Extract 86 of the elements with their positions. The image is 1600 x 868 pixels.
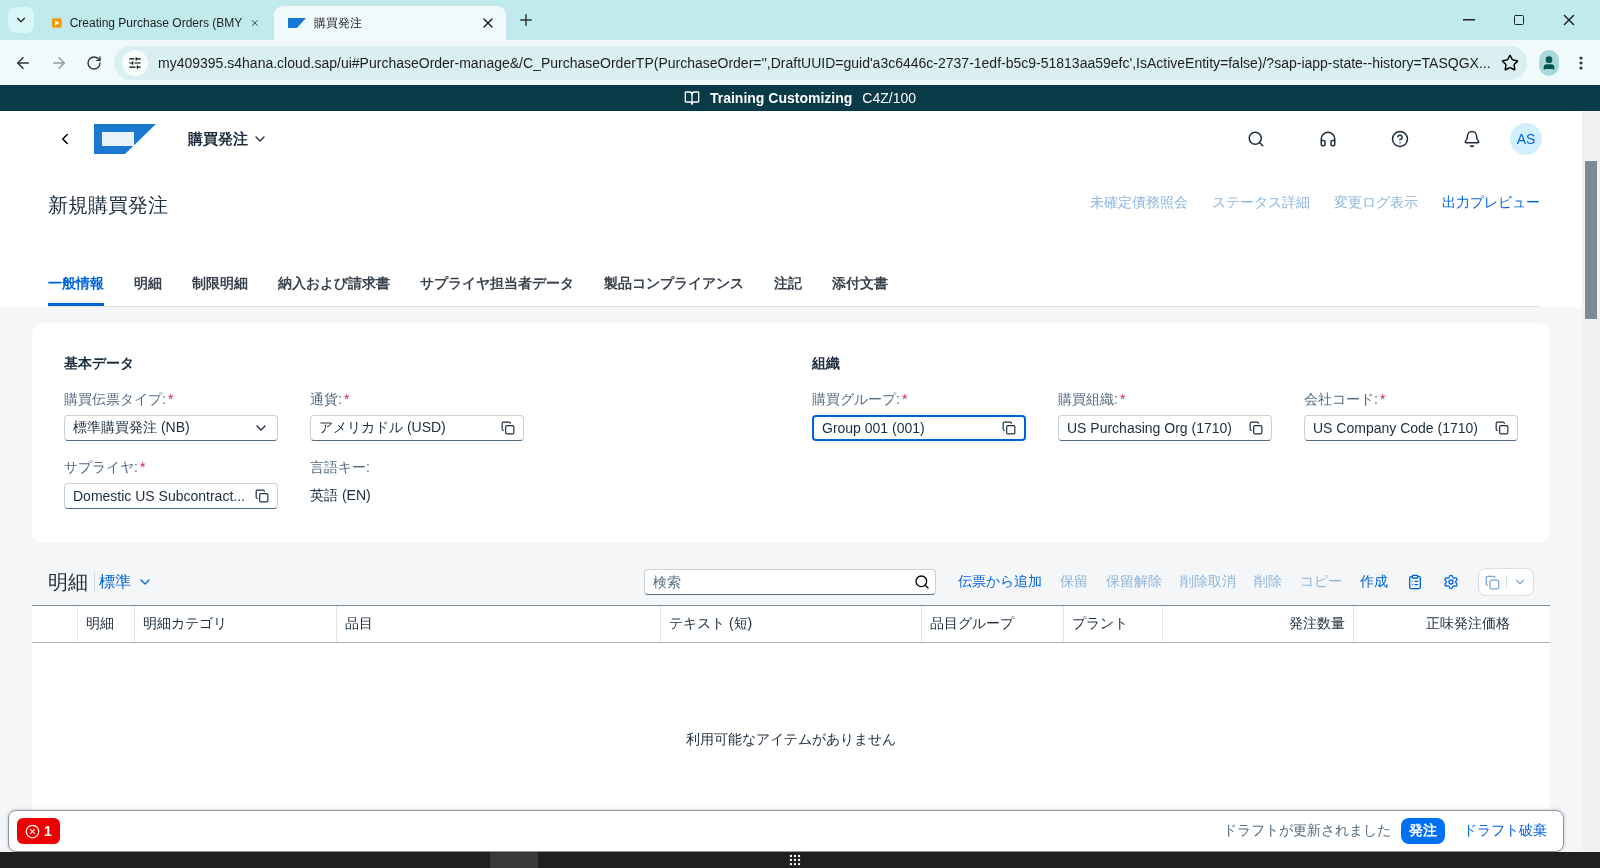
value-help-icon[interactable] <box>501 421 515 435</box>
field-label: サプライヤ: <box>64 459 138 477</box>
field-label: 購買伝票タイプ: <box>64 391 166 409</box>
browser-tab[interactable]: 購買発注 <box>274 6 506 40</box>
header-action[interactable]: 出力プレビュー <box>1442 194 1540 212</box>
section-tab[interactable]: 一般情報 <box>48 264 104 306</box>
table-title: 明細 <box>48 569 88 595</box>
address-bar[interactable]: my409395.s4hana.cloud.sap/ui#PurchaseOrder-manage&/C_PurchaseOrderTP(PurchaseOrder='',DraftUUID=guid'a3c6446c-2737-1edf-b5c9-51813aa59efc',IsActiveEntity=false)/?sap-iapp-state--history=TASQGX... <box>114 45 1527 80</box>
required-mark: * <box>343 391 350 409</box>
required-mark: * <box>1119 391 1126 409</box>
input-field[interactable]: US Purchasing Org (1710) <box>1058 415 1272 441</box>
value-help-icon[interactable] <box>1249 421 1263 435</box>
export-icon <box>1485 574 1500 590</box>
field-value: 英語 (EN) <box>310 486 372 505</box>
sliders-icon <box>128 55 142 70</box>
column-header[interactable]: テキスト (短) <box>660 606 921 642</box>
user-avatar[interactable]: AS <box>1510 123 1542 155</box>
input-field[interactable]: Group 001 (001) <box>812 415 1026 441</box>
column-header[interactable]: 品目 <box>336 606 660 642</box>
value-help-icon[interactable] <box>1002 421 1016 435</box>
book-icon <box>683 90 700 106</box>
column-header[interactable]: 明細 <box>77 606 134 642</box>
status-message: ドラフトが更新されました <box>1223 822 1391 840</box>
field-label: 購買組織: <box>1058 391 1118 409</box>
banner-title: Training Customizing <box>709 90 853 106</box>
scrollbar[interactable] <box>1582 111 1600 852</box>
required-mark: * <box>167 391 174 409</box>
value-help-icon[interactable] <box>1495 421 1509 435</box>
required-mark: * <box>901 391 908 409</box>
sap-logo-icon <box>288 18 306 28</box>
required-mark: * <box>1379 391 1386 409</box>
more-icon <box>1579 55 1584 70</box>
field-label: 購買グループ: <box>812 391 900 409</box>
section-tab[interactable]: 納入および請求書 <box>278 264 390 306</box>
error-icon <box>25 823 40 839</box>
select-field[interactable]: 標準購買発注 (NB) <box>64 415 278 441</box>
browser-tab[interactable]: Creating Purchase Orders (BMY <box>38 6 270 40</box>
input-field[interactable]: US Company Code (1710) <box>1304 415 1518 441</box>
field-label: 会社コード: <box>1304 391 1378 409</box>
grip-icon[interactable] <box>788 853 802 867</box>
toolbar-action[interactable]: 伝票から追加 <box>952 573 1048 591</box>
search-field[interactable]: 検索 <box>644 569 936 595</box>
section-tab[interactable]: 注記 <box>774 264 802 306</box>
empty-message: 利用可能なアイテムがありません <box>686 731 896 749</box>
column-header[interactable]: 品目グループ <box>921 606 1063 642</box>
clipboard-icon <box>1407 574 1423 590</box>
section-tab[interactable]: サプライヤ担当者データ <box>420 264 574 306</box>
section-tab[interactable]: 明細 <box>134 264 162 306</box>
system-id: C4Z/100 <box>862 90 916 106</box>
variant-selector[interactable]: 標準 <box>94 571 157 593</box>
input-field[interactable]: Domestic US Subcontract... <box>64 483 278 509</box>
section-tab[interactable]: 製品コンプライアンス <box>604 264 744 306</box>
headset-icon <box>1319 130 1337 148</box>
column-header[interactable]: 明細カテゴリ <box>134 606 336 642</box>
minimize-icon <box>1463 19 1475 21</box>
column-header[interactable]: 発注数量 <box>1162 606 1353 642</box>
column-header[interactable]: プラント <box>1063 606 1162 642</box>
plus-icon <box>517 11 535 29</box>
section-tab[interactable]: 制限明細 <box>192 264 248 306</box>
site-settings-button[interactable] <box>122 49 148 76</box>
group-title: 組織 <box>812 355 841 373</box>
search-icon <box>1247 130 1265 148</box>
field-label: 言語キー: <box>310 459 370 477</box>
app-title-menu[interactable]: 購買発注 <box>182 128 274 150</box>
search-icon[interactable] <box>914 574 930 590</box>
sap-logo[interactable] <box>94 124 156 154</box>
settings-icon <box>1443 574 1459 590</box>
column-header[interactable]: 正味発注価格 <box>1353 606 1518 642</box>
bookmark-star-icon[interactable] <box>1500 53 1519 72</box>
restore-icon <box>1513 14 1525 26</box>
error-button[interactable]: 1 <box>17 818 60 844</box>
user-icon <box>1538 49 1559 76</box>
play-icon <box>52 15 62 31</box>
value-help-icon[interactable] <box>255 489 269 503</box>
toolbar-action[interactable]: 作成 <box>1354 573 1394 591</box>
help-icon <box>1391 130 1409 148</box>
section-tab[interactable]: 添付文書 <box>832 264 888 306</box>
footer-button[interactable]: ドラフト破棄 <box>1455 818 1555 844</box>
page-title: 新規購買発注 <box>48 193 168 218</box>
reload-icon <box>86 54 102 71</box>
input-field[interactable]: アメリカドル (USD) <box>310 415 524 441</box>
footer-button[interactable]: 発注 <box>1401 818 1445 844</box>
bell-icon <box>1463 130 1481 148</box>
group-title: 基本データ <box>64 355 135 373</box>
required-mark: * <box>139 459 146 477</box>
field-label: 通貨: <box>310 391 342 409</box>
